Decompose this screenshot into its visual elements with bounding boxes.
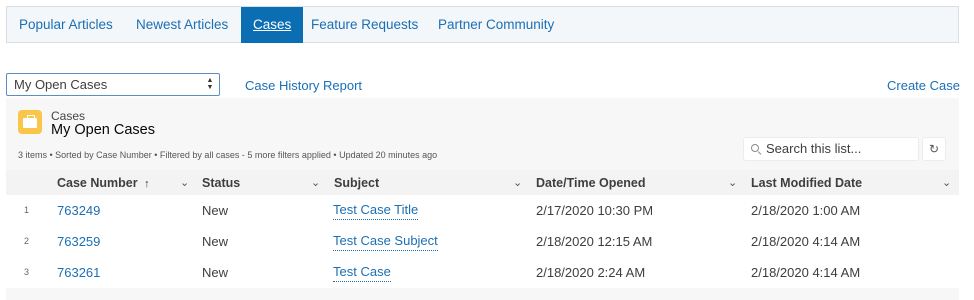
subject-link[interactable]: Test Case <box>333 263 391 282</box>
case-number-link[interactable]: 763249 <box>57 195 100 226</box>
list-view-select-value: My Open Cases <box>14 77 108 92</box>
tab-partner-community[interactable]: Partner Community <box>438 7 554 43</box>
status-cell: New <box>202 203 229 218</box>
row-number: 1 <box>24 205 30 215</box>
case-number-link[interactable]: 763261 <box>57 257 100 288</box>
case-history-report-link[interactable]: Case History Report <box>245 78 362 93</box>
table-row: 2 763259 New Test Case Subject 2/18/2020… <box>6 226 959 257</box>
status-cell: New <box>202 234 229 249</box>
last-modified-cell: 2/18/2020 4:14 AM <box>751 234 861 249</box>
refresh-icon: ↻ <box>928 142 940 156</box>
table-row: 3 763261 New Test Case 2/18/2020 2:24 AM… <box>6 257 959 288</box>
sort-ascending-icon: ↑ <box>144 178 150 190</box>
table-row: 1 763249 New Test Case Title 2/17/2020 1… <box>6 195 959 226</box>
tab-newest-articles[interactable]: Newest Articles <box>136 7 228 43</box>
case-number-link[interactable]: 763259 <box>57 226 100 257</box>
column-header-date-opened[interactable]: Date/Time Opened <box>536 170 646 196</box>
search-placeholder: Search this list... <box>766 141 862 156</box>
top-nav: Popular Articles Newest Articles Cases F… <box>6 6 959 43</box>
column-header-last-modified[interactable]: Last Modified Date <box>751 170 862 196</box>
chevron-down-icon[interactable]: ⌄ <box>311 170 320 196</box>
tab-feature-requests[interactable]: Feature Requests <box>311 7 418 43</box>
date-opened-cell: 2/18/2020 12:15 AM <box>536 234 653 249</box>
table-header: Case Number ↑ ⌄ Status ⌄ Subject ⌄ Date/… <box>6 170 959 196</box>
status-cell: New <box>202 265 229 280</box>
create-case-link[interactable]: Create Case <box>887 78 960 93</box>
tab-cases[interactable]: Cases <box>241 7 304 43</box>
chevron-down-icon[interactable]: ⌄ <box>728 170 737 196</box>
object-label: Cases <box>51 109 86 123</box>
search-input[interactable]: Search this list... <box>743 137 919 161</box>
search-icon <box>751 144 759 152</box>
date-opened-cell: 2/18/2020 2:24 AM <box>536 265 646 280</box>
chevron-down-icon[interactable]: ⌄ <box>513 170 522 196</box>
list-view-title: My Open Cases <box>51 122 155 138</box>
tab-popular-articles[interactable]: Popular Articles <box>19 7 113 43</box>
subject-link[interactable]: Test Case Title <box>333 201 419 220</box>
list-view-panel: Cases My Open Cases 3 items • Sorted by … <box>6 98 959 300</box>
select-arrows-icon: ▲ ▼ <box>206 77 214 91</box>
date-opened-cell: 2/17/2020 10:30 PM <box>536 203 654 218</box>
list-view-meta: 3 items • Sorted by Case Number • Filter… <box>18 150 438 160</box>
row-number: 3 <box>24 267 30 277</box>
chevron-down-icon[interactable]: ⌄ <box>942 170 951 196</box>
list-view-select[interactable]: My Open Cases ▲ ▼ <box>6 73 220 96</box>
chevron-down-icon[interactable]: ⌄ <box>180 170 189 196</box>
column-header-status[interactable]: Status <box>202 170 240 196</box>
column-header-subject[interactable]: Subject <box>334 170 379 196</box>
subject-link[interactable]: Test Case Subject <box>333 232 438 251</box>
last-modified-cell: 2/18/2020 4:14 AM <box>751 265 861 280</box>
refresh-button[interactable]: ↻ <box>922 137 946 161</box>
last-modified-cell: 2/18/2020 1:00 AM <box>751 203 861 218</box>
row-number: 2 <box>24 236 30 246</box>
column-label: Case Number <box>57 176 138 190</box>
briefcase-icon <box>18 110 42 134</box>
column-header-case-number[interactable]: Case Number ↑ <box>57 170 150 196</box>
